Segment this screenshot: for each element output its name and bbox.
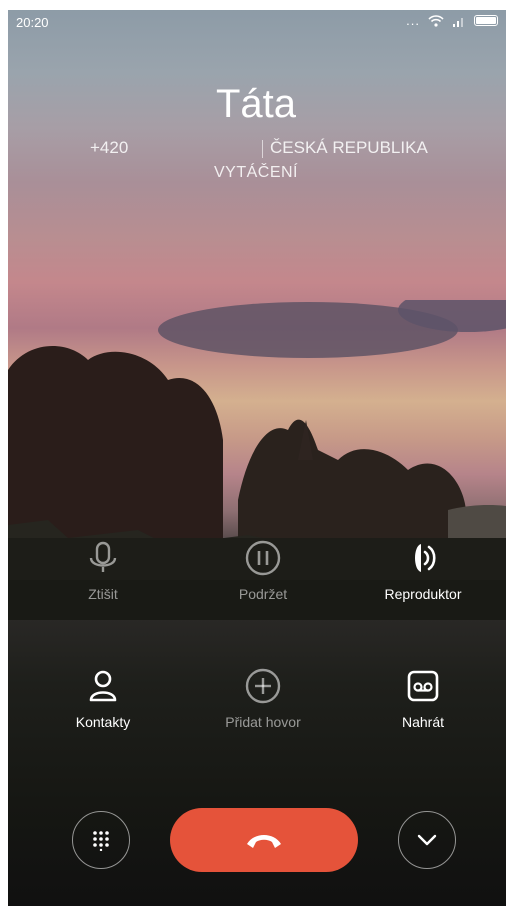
microphone-icon: [89, 541, 117, 572]
country-label: ČESKÁ REPUBLIKA: [270, 138, 428, 157]
status-time: 20:20: [16, 15, 49, 30]
pause-icon: [245, 540, 281, 576]
speaker-label: Reproduktor: [384, 586, 462, 602]
collapse-button[interactable]: [398, 811, 456, 869]
end-call-button[interactable]: [170, 808, 358, 872]
info-divider: [262, 140, 263, 158]
dialpad-icon: [93, 831, 109, 851]
hangup-icon: [247, 835, 281, 848]
bottom-bar: [0, 806, 512, 876]
call-status: VYTÁČENÍ: [213, 164, 298, 181]
contact-icon: [89, 670, 117, 702]
chevron-down-icon: [417, 834, 437, 846]
callee-name: Táta: [215, 82, 297, 126]
record-icon: [407, 670, 439, 702]
add-call-icon: [245, 668, 281, 704]
mute-button[interactable]: Ztišit: [28, 538, 178, 602]
phone-prefix: +420: [90, 138, 129, 157]
record-label: Nahrát: [401, 714, 445, 730]
hold-label: Podržet: [238, 586, 288, 602]
mute-label: Ztišit: [88, 586, 118, 602]
record-button[interactable]: Nahrát: [348, 666, 498, 730]
status-bar: 20:20 ...: [8, 10, 506, 36]
signal-icon: [453, 17, 463, 27]
contacts-button[interactable]: Kontakty: [28, 666, 178, 730]
frame-right: [506, 0, 512, 912]
wifi-icon: [428, 14, 444, 27]
battery-icon: [474, 15, 498, 26]
frame-left: [0, 0, 8, 912]
speaker-button[interactable]: Reproduktor: [348, 538, 498, 602]
speaker-icon: [415, 544, 436, 572]
frame-top: [0, 0, 512, 10]
call-screen: 20:20 ... Táta +420 ČESKÁ REPUBLIKA VYTÁ…: [0, 0, 512, 912]
hold-button[interactable]: Podržet: [188, 538, 338, 602]
add-call-label: Přidat hovor: [225, 714, 301, 730]
frame-bottom: [0, 906, 512, 912]
dialpad-button[interactable]: [72, 811, 130, 869]
add-call-button[interactable]: Přidat hovor: [188, 666, 338, 730]
more-dots: ...: [406, 13, 420, 28]
status-icons: ...: [406, 13, 498, 28]
contacts-label: Kontakty: [75, 714, 131, 730]
